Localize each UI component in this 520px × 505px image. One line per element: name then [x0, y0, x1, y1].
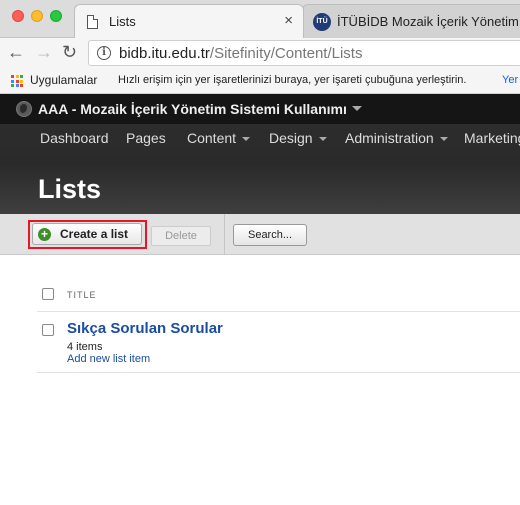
forward-arrow-icon[interactable]: →	[35, 42, 53, 62]
create-list-label: Create a list	[60, 227, 129, 241]
bookmarks-overflow-link[interactable]: Yer	[502, 74, 518, 86]
list-title-link[interactable]: Sıkça Sorulan Sorular	[67, 320, 223, 337]
chevron-down-icon	[439, 137, 448, 142]
search-button[interactable]: Search...	[233, 224, 307, 246]
apps-grid-icon[interactable]	[11, 75, 23, 87]
chevron-down-icon[interactable]	[352, 106, 362, 111]
close-window-button[interactable]	[12, 10, 24, 22]
bookmarks-hint: Hızlı erişim için yer işaretlerinizi bur…	[118, 74, 467, 86]
nav-marketing[interactable]: Marketing	[464, 130, 520, 146]
page-title: Lists	[38, 174, 102, 204]
document-icon	[87, 15, 98, 29]
nav-content[interactable]: Content	[187, 130, 251, 146]
browser-tab-lists[interactable]: Lists ×	[74, 4, 304, 38]
url-text[interactable]: bidb.itu.edu.tr/Sitefinity/Content/Lists	[119, 45, 362, 62]
action-toolbar: + Create a list Delete Search...	[0, 214, 520, 255]
nav-dashboard[interactable]: Dashboard	[40, 130, 109, 146]
list-row: Sıkça Sorulan Sorular 4 items Add new li…	[37, 313, 520, 373]
tab-close-icon[interactable]: ×	[284, 12, 293, 29]
info-icon[interactable]: i	[97, 46, 111, 60]
address-bar[interactable]: i bidb.itu.edu.tr/Sitefinity/Content/Lis…	[88, 40, 520, 66]
minimize-window-button[interactable]	[31, 10, 43, 22]
nav-design[interactable]: Design	[269, 130, 327, 146]
grid-header: TITLE	[37, 278, 520, 312]
chevron-down-icon	[318, 137, 327, 142]
nav-label: Pages	[126, 130, 166, 146]
site-bar: AAA - Mozaik İçerik Yönetim Sistemi Kull…	[0, 94, 520, 124]
main-navigation: Dashboard Pages Content Design Administr…	[0, 130, 520, 148]
item-count: 4 items	[67, 341, 103, 353]
nav-administration[interactable]: Administration	[345, 130, 448, 146]
nav-label: Marketing	[464, 130, 520, 146]
browser-toolbar: ← → ↻ i bidb.itu.edu.tr/Sitefinity/Conte…	[0, 38, 520, 68]
chevron-down-icon	[242, 137, 251, 142]
plus-icon: +	[38, 228, 51, 241]
add-list-item-link[interactable]: Add new list item	[67, 353, 150, 365]
nav-label: Administration	[345, 130, 434, 146]
tab-title: Lists	[109, 14, 136, 29]
url-host: bidb.itu.edu.tr	[119, 45, 210, 62]
nav-label: Dashboard	[40, 130, 109, 146]
nav-label: Content	[187, 130, 237, 146]
bookmark-apps[interactable]: Uygulamalar	[30, 73, 97, 87]
browser-tab-itubidb[interactable]: İTÜ İTÜBİDB Mozaik İçerik Yönetim	[302, 4, 520, 38]
nav-pages[interactable]: Pages	[126, 130, 166, 146]
delete-button[interactable]: Delete	[151, 226, 211, 246]
select-all-checkbox[interactable]	[42, 288, 54, 300]
browser-tab-strip: Lists × İTÜ İTÜBİDB Mozaik İçerik Yöneti…	[0, 0, 520, 38]
site-logo-icon: İTÜ	[313, 13, 331, 31]
bookmarks-bar: Uygulamalar Hızlı erişim için yer işaret…	[0, 68, 520, 94]
cms-header: AAA - Mozaik İçerik Yönetim Sistemi Kull…	[0, 94, 520, 214]
toolbar-divider	[224, 214, 225, 255]
maximize-window-button[interactable]	[50, 10, 62, 22]
back-arrow-icon[interactable]: ←	[7, 42, 25, 62]
site-selector[interactable]: AAA - Mozaik İçerik Yönetim Sistemi Kull…	[38, 101, 347, 117]
row-checkbox[interactable]	[42, 324, 54, 336]
column-header-title[interactable]: TITLE	[67, 290, 97, 300]
globe-icon	[16, 101, 32, 117]
nav-label: Design	[269, 130, 313, 146]
tab-title: İTÜBİDB Mozaik İçerik Yönetim	[337, 14, 519, 29]
url-path: /Sitefinity/Content/Lists	[209, 45, 363, 62]
reload-icon[interactable]: ↻	[62, 42, 77, 62]
create-list-button[interactable]: + Create a list	[32, 223, 142, 245]
